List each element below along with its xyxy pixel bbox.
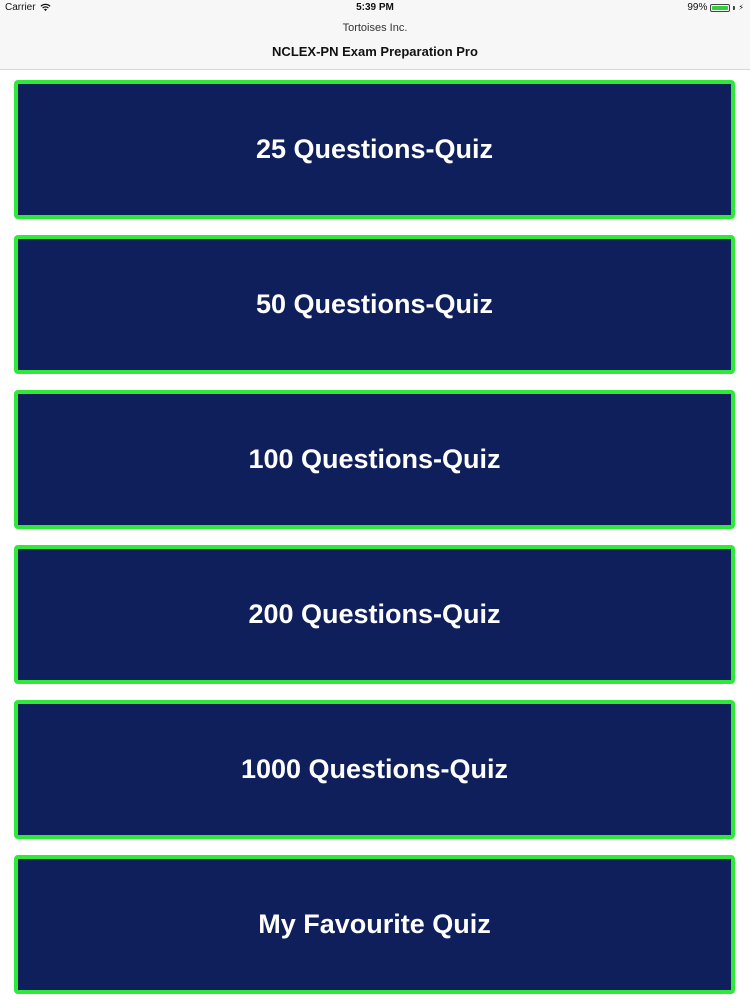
status-right: 99% ⚡ bbox=[687, 2, 744, 13]
battery-fill bbox=[712, 5, 729, 10]
quiz-1000-button[interactable]: 1000 Questions-Quiz bbox=[14, 700, 735, 839]
quiz-25-button[interactable]: 25 Questions-Quiz bbox=[14, 80, 735, 219]
favourite-quiz-button[interactable]: My Favourite Quiz bbox=[14, 855, 735, 994]
page-title: NCLEX-PN Exam Preparation Pro bbox=[272, 44, 478, 59]
quiz-50-button[interactable]: 50 Questions-Quiz bbox=[14, 235, 735, 374]
nav-header: Tortoises Inc. NCLEX-PN Exam Preparation… bbox=[0, 16, 750, 70]
company-label: Tortoises Inc. bbox=[342, 22, 408, 34]
battery-tip bbox=[733, 5, 736, 10]
battery-icon bbox=[710, 3, 731, 12]
quiz-200-button[interactable]: 200 Questions-Quiz bbox=[14, 545, 735, 684]
status-time: 5:39 PM bbox=[356, 2, 394, 13]
battery-percent: 99% bbox=[687, 2, 708, 13]
status-bar: Carrier 5:39 PM 99% ⚡ bbox=[0, 0, 750, 16]
quiz-menu: 25 Questions-Quiz 50 Questions-Quiz 100 … bbox=[14, 80, 735, 994]
charge-icon: ⚡ bbox=[738, 2, 744, 12]
quiz-100-button[interactable]: 100 Questions-Quiz bbox=[14, 390, 735, 529]
